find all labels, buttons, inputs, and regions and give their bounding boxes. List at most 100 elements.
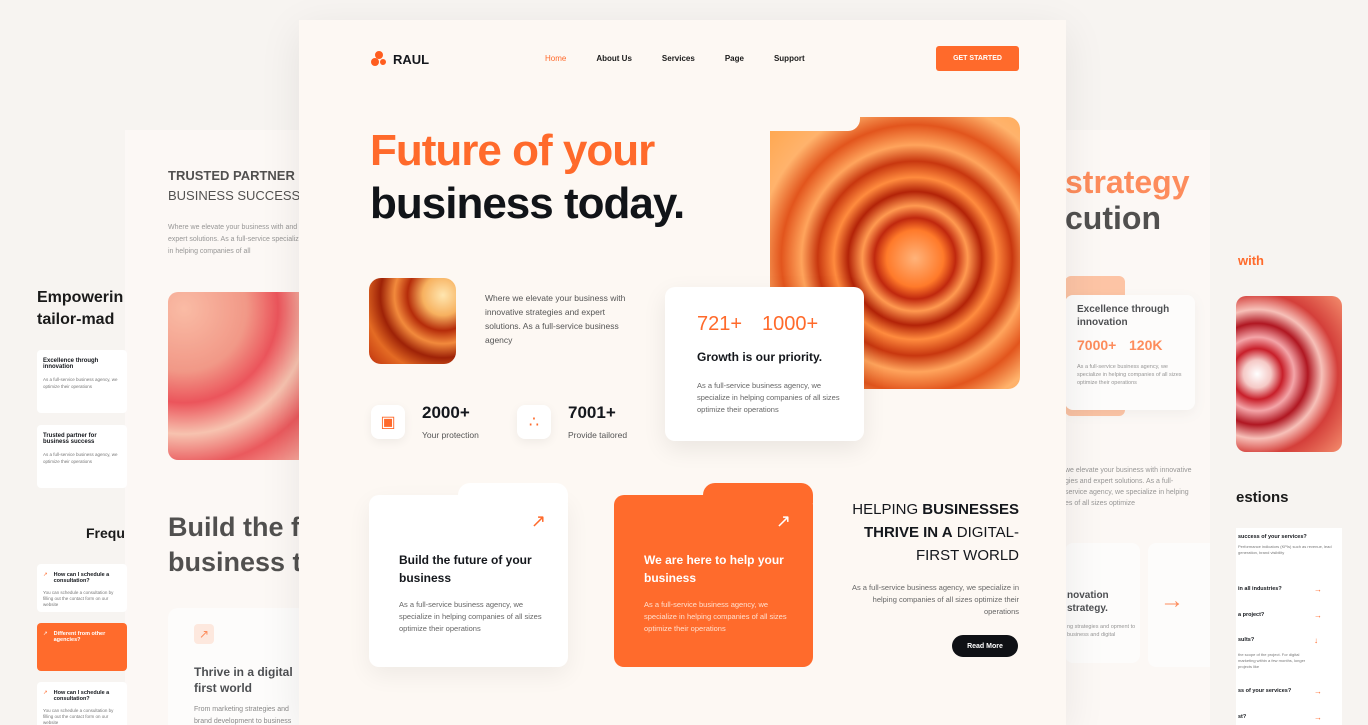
helping-heading: HELPING BUSINESSES THRIVE IN A DIGITAL- … [819,498,1019,567]
trusted-card-text: As a full-service business agency, we op… [43,452,118,464]
faq-item[interactable]: ↗ How can I schedule a consultation? You … [37,682,127,725]
helping-text: HELPING [852,501,923,518]
faq-answer: the scope of the project. For digital ma… [1238,652,1306,669]
strategy-card-title-2: strategy. [1067,603,1108,614]
helping-text: DIGITAL- [952,524,1019,541]
growth-stat-2: 1000+ [762,313,819,335]
brand-name: RAUL [393,51,430,67]
faq-answer: You can schedule a consultation by filli… [43,590,114,607]
strategy-card-title-1: novation [1067,590,1109,601]
empower-heading-1: Empowerin [37,289,124,306]
thrive-title: Thrive in a digital first world [194,665,293,695]
faq-item[interactable]: ↗ How can I schedule a consultation? You … [37,564,127,612]
trusted-card: Trusted partner for business success As … [37,425,127,488]
main-landing-page: RAUL Home About Us Services Page Support… [299,20,1066,725]
build-heading-2: business t [168,547,302,577]
nav-page[interactable]: Page [725,54,744,63]
stat-tailored-label: Provide tailored [568,430,628,440]
brand-logo[interactable]: RAUL [371,51,429,67]
faq-question[interactable]: success of your services? [1236,528,1342,540]
faq-question[interactable]: st? [1238,714,1322,720]
arrow-up-right-icon: ↗ [530,511,546,531]
left-preview-panel: TRUSTED PARTNER BUSINESS SUCCESS Where w… [125,130,325,725]
faq-item-active[interactable]: ↗ Different from other agencies? [37,623,127,671]
execution-heading: cution [1065,200,1161,236]
arrow-down-icon: ↓ [1314,636,1318,645]
excellence-card: Excellence through innovation As a full-… [37,350,127,413]
get-started-button[interactable]: GET STARTED [936,46,1019,71]
feature-title: Build the future of your business [399,553,532,585]
pink-spiral-image [1236,296,1342,452]
nav-menu: Home About Us Services Page Support [545,54,805,63]
excellence-card-title: Excellence through innovation [43,358,99,370]
logo-dots-icon [371,51,387,67]
feature-card-build[interactable]: ↗ Build the future of your business As a… [369,483,568,667]
helping-bold: BUSINESSES [922,501,1019,518]
innovation-card-title: Excellence through innovation [1077,304,1170,328]
nav-services[interactable]: Services [662,54,695,63]
helping-desc: As a full-service business agency, we sp… [851,583,1019,616]
questions-heading: estions [1236,489,1289,506]
arrow-up-right-icon: ↗ [43,572,48,578]
read-more-button[interactable]: Read More [952,635,1018,657]
strategy-heading: strategy [1065,164,1190,200]
left-desc: Where we elevate your business with and … [168,224,303,255]
feature-desc: As a full-service business agency, we sp… [644,600,787,633]
growth-card: 721+ 1000+ Growth is our priority. As a … [665,287,864,441]
trusted-subheading: BUSINESS SUCCESS [168,188,301,203]
card-tab [703,483,813,503]
faq-question[interactable]: ss of your services? [1238,688,1322,694]
feature-card-help[interactable]: ↗ We are here to help your business As a… [614,483,813,667]
card-tab [458,483,568,503]
helping-text: FIRST WORLD [915,547,1019,564]
faq-question[interactable]: a project? [1238,612,1322,618]
protection-icon: ▣ [371,405,405,439]
faq-question: Different from other agencies? [53,631,106,643]
nav-support[interactable]: Support [774,54,805,63]
stat-120k: 120K [1129,337,1163,353]
faq-question[interactable]: in all industries? [1238,586,1322,592]
arrow-up-right-icon: ↗ [43,690,48,696]
hero-description: Where we elevate your business with inno… [485,293,626,345]
trusted-card-title: Trusted partner for business success [43,433,97,445]
arrow-right-icon: → [1314,713,1322,722]
faq-question[interactable]: sults? [1238,637,1322,643]
small-abstract-image [369,278,456,364]
trusted-heading: TRUSTED PARTNER [168,168,295,183]
arrow-up-right-icon: ↗ [43,631,48,637]
growth-title: Growth is our priority. [697,350,823,364]
hero-title-line-2: business today. [370,179,685,228]
arrow-right-icon: → [1314,585,1322,594]
helping-bold: THRIVE IN A [863,524,953,541]
arrow-up-right-icon: ↗ [194,624,214,644]
strategy-card: novation strategy. ng strategies and opm… [1065,543,1140,663]
right-desc: we elevate your business with innovative… [1065,467,1192,507]
image-notch [770,117,860,131]
faq-answer: You can schedule a consultation by filli… [43,708,114,725]
growth-stat-1: 721+ [697,313,743,335]
stat-protection-label: Your protection [422,430,479,440]
nav-about-us[interactable]: About Us [596,54,632,63]
innovation-card: Excellence through innovation 7000+ 120K… [1065,295,1195,410]
faq-question: How can I schedule a consultation? [53,572,110,584]
innovation-card-desc: As a full-service business agency, we sp… [1077,364,1182,386]
stat-7000: 7000+ [1077,337,1117,353]
feature-desc: As a full-service business agency, we sp… [399,600,542,633]
feature-title: We are here to help your business [644,553,784,585]
arrow-right-icon: → [1314,611,1322,620]
with-text: with [1238,253,1264,268]
next-arrow-card[interactable]: → [1148,543,1210,667]
nav-home[interactable]: Home [545,54,566,63]
hero-title-line-1: Future of your [370,126,655,175]
arrow-right-icon: → [1160,587,1184,614]
thrive-desc: From marketing strategies and brand deve… [194,706,292,725]
stat-protection-value: 2000+ [422,403,470,422]
faq-question: How can I schedule a consultation? [53,690,110,702]
stat-tailored-value: 7001+ [568,403,616,422]
build-heading-1: Build the f [168,512,300,542]
faq-heading: Frequ [86,525,125,541]
arrow-up-right-icon: ↗ [775,511,791,531]
thrive-card: ↗ Thrive in a digital first world From m… [168,608,308,725]
growth-desc: As a full-service business agency, we sp… [697,381,840,414]
arrow-right-icon: → [1314,687,1322,696]
